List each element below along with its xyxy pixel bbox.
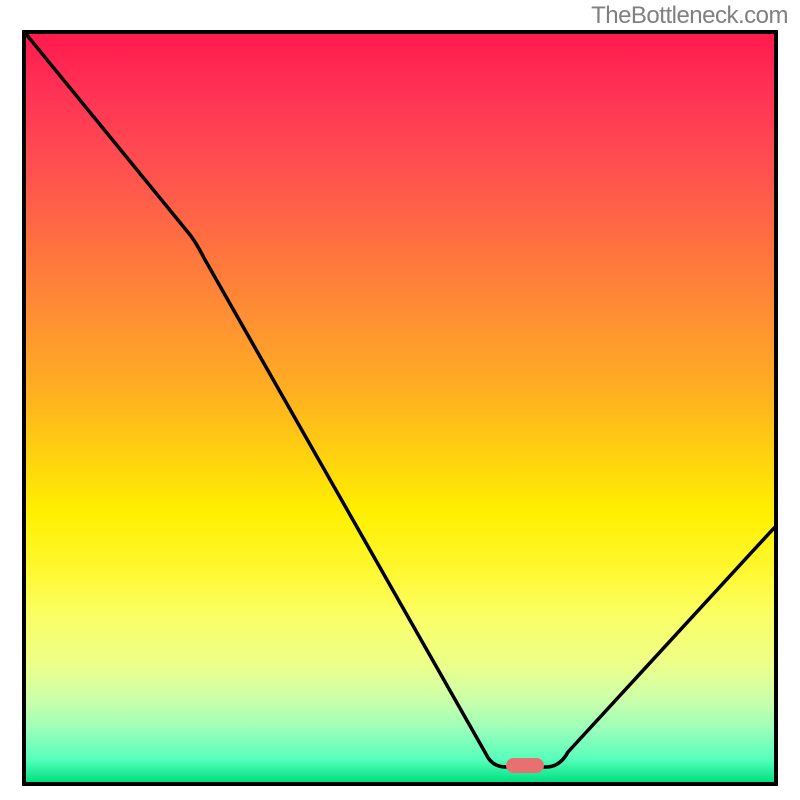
watermark-text: TheBottleneck.com [591, 2, 788, 30]
bottleneck-curve [26, 34, 774, 782]
chart-plot-area [22, 30, 778, 786]
curve-path [26, 34, 774, 767]
optimal-point-marker [506, 758, 544, 773]
